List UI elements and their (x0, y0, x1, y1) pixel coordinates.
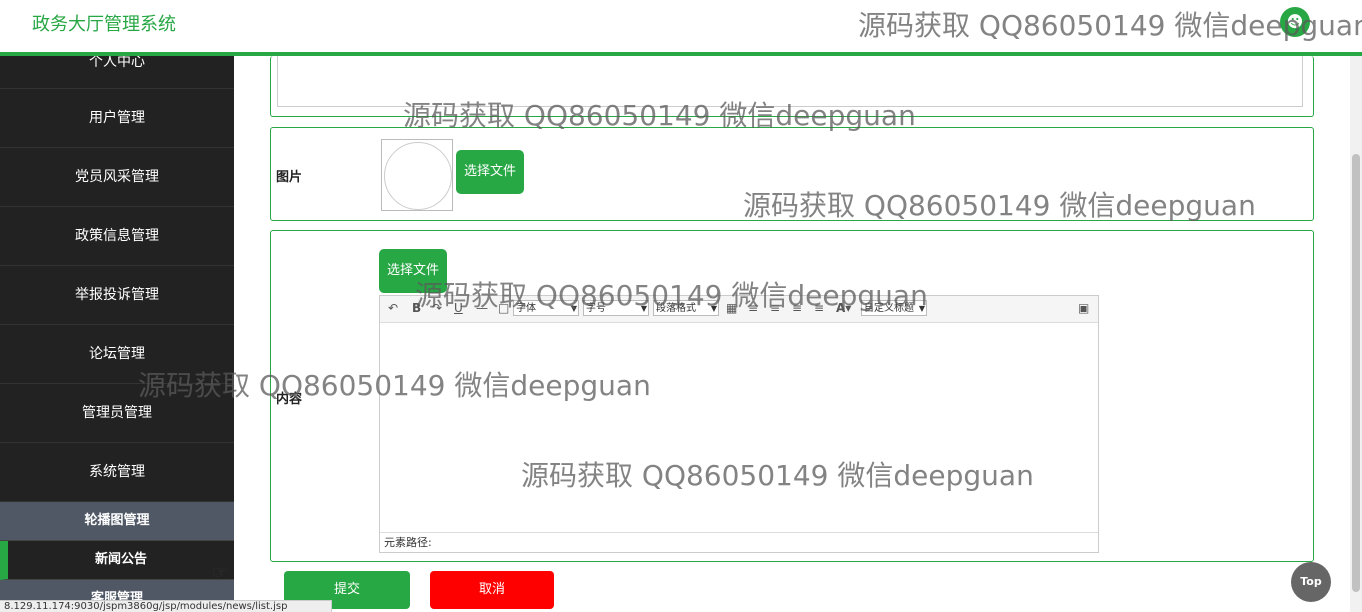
redo-icon[interactable]: ↷ (432, 301, 442, 315)
browser-status-url: 8.129.11.174:9030/jspm3860g/jsp/modules/… (0, 600, 332, 612)
font-color-icon[interactable]: A▾ (836, 301, 851, 315)
rich-text-editor[interactable]: ↶ B ↷ U — □ 字体 ▼ 字号 ▼ 段落格式 ▼ ▦ ≡ ≡ ≡ ≡ A… (379, 295, 1099, 553)
align-right-icon[interactable]: ≡ (792, 301, 802, 315)
mouse-cursor-icon: ☞ (212, 562, 229, 583)
font-size-select[interactable]: 字号 ▼ (583, 300, 649, 316)
image-preview (381, 139, 453, 211)
table-icon[interactable]: ▦ (726, 301, 737, 315)
scrollbar-thumb[interactable] (1352, 154, 1360, 592)
submenu-item-carousel[interactable]: 轮播图管理 (0, 502, 234, 541)
editor-element-path: 元素路径: (380, 532, 1098, 552)
cancel-button[interactable]: 取消 (430, 571, 554, 609)
horizontal-rule-icon[interactable]: — (476, 301, 488, 315)
sidebar-item-system[interactable]: 系统管理 (0, 443, 234, 502)
sidebar-item-party-members[interactable]: 党员风采管理 (0, 148, 234, 207)
fullscreen-icon[interactable]: ▣ (1078, 301, 1089, 315)
image-choose-file-button[interactable]: 选择文件 (456, 150, 524, 194)
font-family-select[interactable]: 字体 ▼ (513, 300, 579, 316)
align-left-icon[interactable]: ≡ (748, 301, 758, 315)
sidebar-submenu: 轮播图管理 新闻公告 客服管理 (0, 502, 234, 612)
user-icon[interactable]: ☻ (1280, 7, 1310, 37)
undo-icon[interactable]: ↶ (388, 301, 398, 315)
sidebar-item-admins[interactable]: 管理员管理 (0, 384, 234, 443)
textarea-field[interactable] (277, 56, 1303, 107)
previous-field-panel (270, 56, 1314, 117)
paragraph-format-select[interactable]: 段落格式 ▼ (653, 300, 719, 316)
align-center-icon[interactable]: ≡ (770, 301, 780, 315)
underline-icon[interactable]: U (454, 301, 463, 315)
sidebar: 个人中心 用户管理 党员风采管理 政策信息管理 举报投诉管理 论坛管理 管理员管… (0, 56, 234, 612)
main-content: 图片 选择文件 内容 选择文件 ↶ B ↷ U — □ 字体 ▼ 字号 ▼ 段落格式 (234, 56, 1350, 612)
clear-format-icon[interactable]: □ (498, 301, 509, 315)
align-justify-icon[interactable]: ≡ (814, 301, 824, 315)
sidebar-item-forum[interactable]: 论坛管理 (0, 325, 234, 384)
back-to-top-button[interactable]: Top (1291, 562, 1331, 602)
sidebar-item-complaints[interactable]: 举报投诉管理 (0, 266, 234, 325)
custom-title-select[interactable]: 自定义标题 ▼ (861, 300, 927, 316)
bold-icon[interactable]: B (412, 301, 421, 315)
editor-toolbar: ↶ B ↷ U — □ 字体 ▼ 字号 ▼ 段落格式 ▼ ▦ ≡ ≡ ≡ ≡ A… (380, 296, 1098, 323)
sidebar-item-policy[interactable]: 政策信息管理 (0, 207, 234, 266)
sidebar-item-users[interactable]: 用户管理 (0, 89, 234, 148)
editor-body[interactable] (380, 323, 1098, 530)
sidebar-item-profile[interactable]: 个人中心 (0, 56, 234, 89)
image-label: 图片 (276, 170, 303, 185)
submenu-item-news[interactable]: 新闻公告 (0, 541, 234, 580)
page-scrollbar[interactable] (1350, 56, 1362, 612)
content-field-panel: 内容 选择文件 ↶ B ↷ U — □ 字体 ▼ 字号 ▼ 段落格式 ▼ ▦ ≡… (270, 230, 1314, 562)
image-field-panel: 图片 选择文件 (270, 127, 1314, 221)
top-header: 政务大厅管理系统 ☻ (0, 0, 1362, 56)
content-choose-file-button[interactable]: 选择文件 (379, 249, 447, 293)
app-title: 政务大厅管理系统 (32, 14, 176, 35)
content-label: 内容 (276, 392, 303, 407)
